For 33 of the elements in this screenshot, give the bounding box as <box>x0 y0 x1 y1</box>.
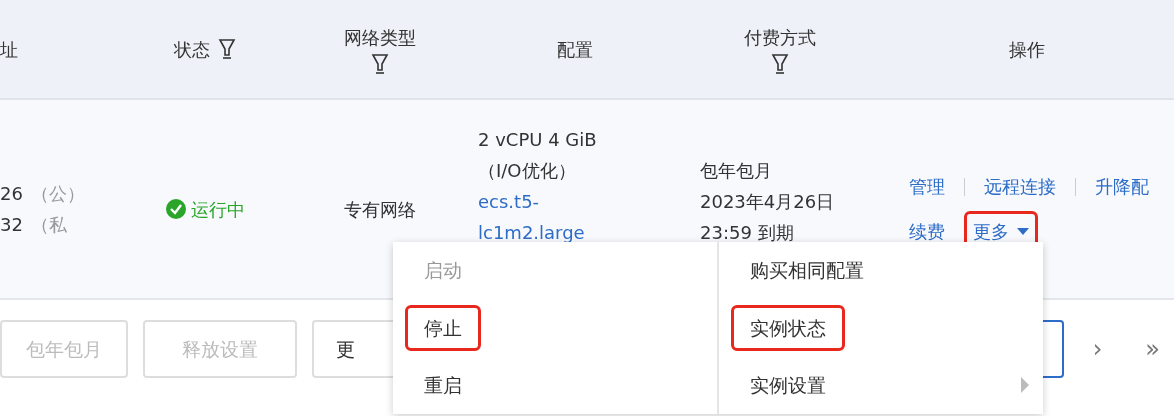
status-text: 运行中 <box>191 197 245 222</box>
instance-type-link[interactable]: ecs.t5- <box>478 186 540 217</box>
action-link[interactable]: 升降配 <box>1095 171 1149 202</box>
expiry-text: 2023年4月26日 <box>700 190 836 214</box>
column-header: 付费方式 <box>744 25 816 50</box>
page-nav-button[interactable]: » <box>1131 331 1174 367</box>
config-spec: 2 vCPU 4 GiB <box>478 128 598 152</box>
menu-item[interactable]: 购买相同配置 <box>740 252 874 289</box>
filter-icon[interactable] <box>218 38 236 60</box>
column-header: 配置 <box>557 37 593 62</box>
action-link[interactable]: 远程连接 <box>984 171 1056 202</box>
check-icon <box>165 198 187 220</box>
column-header: 址 <box>0 37 18 62</box>
column-header: 网络类型 <box>344 25 416 50</box>
network-type: 专有网络 <box>344 197 416 222</box>
ip-type: （公） <box>30 182 85 206</box>
more-dropdown[interactable]: 更多 <box>973 216 1029 247</box>
submenu-arrow-icon <box>1021 377 1029 394</box>
page-nav-button[interactable]: › <box>1078 331 1117 367</box>
column-header: 状态 <box>174 37 210 62</box>
ip-address: 26 <box>0 182 23 206</box>
filter-icon[interactable] <box>771 52 789 75</box>
menu-item[interactable]: 实例设置 <box>740 367 836 404</box>
menu-item[interactable]: 实例状态 <box>740 309 836 347</box>
filter-icon[interactable] <box>371 52 389 75</box>
column-header: 操作 <box>1009 37 1045 62</box>
expiry-text: 23:59 到期 <box>700 221 795 245</box>
action-link[interactable]: 管理 <box>909 171 945 202</box>
config-note: （I/O优化） <box>478 159 577 183</box>
payment-type: 包年包月 <box>700 159 773 183</box>
ip-address: 32 <box>0 213 23 237</box>
ip-type: （私 <box>30 213 67 237</box>
caret-icon <box>1017 228 1029 235</box>
